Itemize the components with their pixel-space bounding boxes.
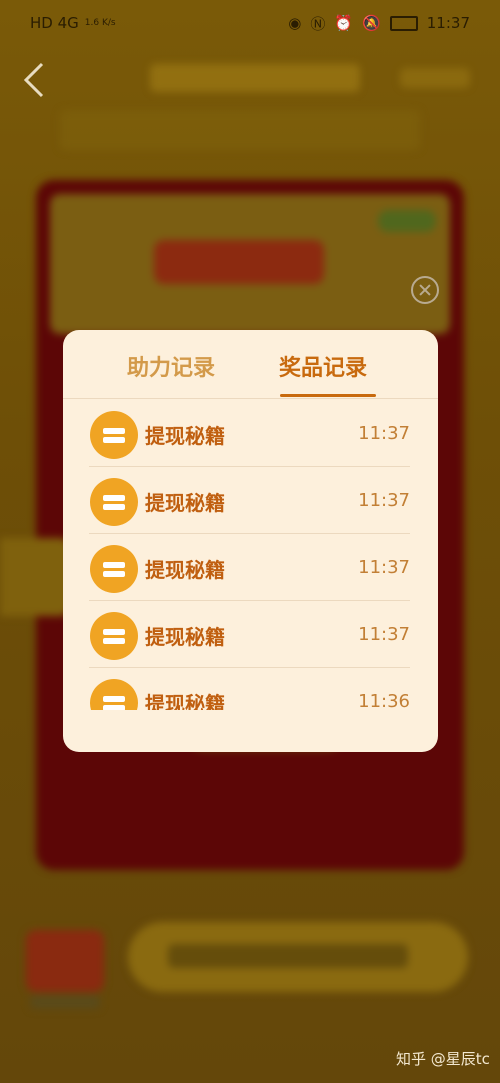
prize-record-modal: 助力记录 奖品记录 提现秘籍 11:37 提现秘籍 11:37 提现秘籍 11:… [63,330,438,752]
coin-icon [90,545,138,593]
list-item: 提现秘籍 11:37 [89,467,410,534]
coin-icon [90,411,138,459]
watermark: 知乎 @星辰tc [396,1050,490,1068]
record-time: 11:37 [358,624,410,645]
tab-divider [63,398,438,399]
record-name: 提现秘籍 [145,491,225,515]
record-name: 提现秘籍 [145,692,225,710]
status-right: ◉ Ⓝ ⏰ 🔕 11:37 [288,13,470,34]
record-name: 提现秘籍 [145,625,225,649]
status-time: 11:37 [426,14,470,32]
list-item: 提现秘籍 11:37 [89,400,410,467]
record-time: 11:36 [358,691,410,710]
close-icon[interactable] [411,276,439,304]
list-item: 提现秘籍 11:36 [89,668,410,710]
mute-icon: 🔕 [362,14,381,32]
header-title-blurred [150,64,360,92]
coin-icon [90,612,138,660]
eye-icon: ◉ [288,14,302,32]
status-left: HD 4G 1.6 K/s [30,14,116,32]
tab-assist-record[interactable]: 助力记录 [127,350,215,382]
header-right-blurred [400,68,470,88]
record-time: 11:37 [358,490,410,511]
record-name: 提现秘籍 [145,424,225,448]
record-name: 提现秘籍 [145,558,225,582]
list-item: 提现秘籍 11:37 [89,601,410,668]
back-arrow-icon[interactable] [18,60,54,100]
modal-tabs: 助力记录 奖品记录 [63,330,438,400]
status-bar: HD 4G 1.6 K/s ◉ Ⓝ ⏰ 🔕 11:37 [30,10,470,36]
bottom-action-text-blurred [168,944,408,968]
alarm-icon: ⏰ [334,14,354,32]
record-time: 11:37 [358,423,410,444]
active-tab-indicator [280,394,376,397]
side-tab-blurred [0,538,70,616]
tab-prize-record[interactable]: 奖品记录 [279,350,367,382]
record-time: 11:37 [358,557,410,578]
data-speed: 1.6 K/s [84,18,116,28]
bottom-action-bar-blurred [128,922,468,992]
bottom-icon-blurred [26,930,104,992]
battery-icon [389,15,418,31]
header-subtitle-blurred [60,110,420,150]
activity-badge-blurred [378,210,436,232]
nfc-icon: Ⓝ [310,14,326,33]
coin-icon [90,679,138,710]
list-item: 提现秘籍 11:37 [89,534,410,601]
coin-icon [90,478,138,526]
bottom-icon-label-blurred [30,995,100,1009]
record-list[interactable]: 提现秘籍 11:37 提现秘籍 11:37 提现秘籍 11:37 提现秘籍 11… [89,400,410,710]
network-indicator: HD 4G [30,14,79,32]
activity-amount-blurred [154,240,324,284]
